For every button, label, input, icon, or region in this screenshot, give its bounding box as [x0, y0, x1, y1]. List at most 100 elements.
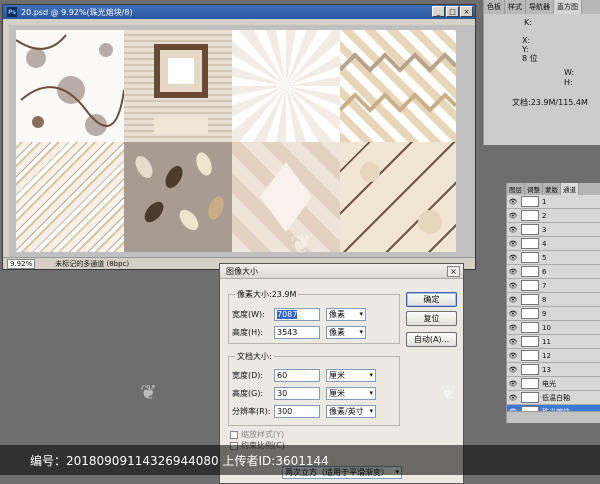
tab-navigator[interactable]: 导航器: [526, 0, 554, 14]
layer-name: 7: [542, 281, 547, 290]
tab-adjustments[interactable]: 调整: [525, 183, 543, 195]
width-input[interactable]: 7087: [274, 308, 320, 321]
visibility-eye-icon[interactable]: 👁: [507, 212, 519, 220]
doc-width-unit-select[interactable]: 厘米: [326, 369, 376, 382]
visibility-eye-icon[interactable]: 👁: [507, 282, 519, 290]
layer-thumbnail: [521, 392, 539, 403]
watermark-logo-icon: ❦: [440, 380, 457, 404]
visibility-eye-icon[interactable]: 👁: [507, 226, 519, 234]
ok-button[interactable]: 确定: [406, 292, 457, 307]
tab-masks[interactable]: 蒙版: [543, 183, 561, 195]
visibility-eye-icon[interactable]: 👁: [507, 268, 519, 276]
width-label: 宽度(W):: [232, 310, 265, 319]
layer-row[interactable]: 👁 12: [507, 349, 600, 363]
layer-row[interactable]: 👁 7: [507, 279, 600, 293]
layer-name: 8: [542, 295, 547, 304]
height-unit-select[interactable]: 像素: [326, 326, 366, 339]
layer-row[interactable]: 👁 电光: [507, 377, 600, 391]
watermark-logo-icon: ❦: [290, 230, 312, 260]
width-unit-select[interactable]: 像素: [326, 308, 366, 321]
scale-styles-checkbox[interactable]: 缩放样式(Y): [230, 429, 284, 440]
pattern-tile-floral-diamond: [232, 142, 340, 252]
layer-row[interactable]: 👁 低温白釉: [507, 391, 600, 405]
visibility-eye-icon[interactable]: 👁: [507, 380, 519, 388]
layer-thumbnail: [521, 378, 539, 389]
doc-height-label: 高度(G):: [232, 389, 264, 398]
layer-name: 2: [542, 211, 547, 220]
layer-row[interactable]: 👁 4: [507, 237, 600, 251]
doc-width-input[interactable]: 60: [274, 369, 320, 382]
layer-row[interactable]: 👁 6: [507, 265, 600, 279]
reset-button[interactable]: 复位: [406, 311, 457, 326]
visibility-eye-icon[interactable]: 👁: [507, 254, 519, 262]
visibility-eye-icon[interactable]: 👁: [507, 310, 519, 318]
layer-thumbnail: [521, 364, 539, 375]
doc-width-label: 宽度(D):: [232, 371, 264, 380]
layer-thumbnail: [521, 294, 539, 305]
layer-row[interactable]: 👁 3: [507, 223, 600, 237]
layer-row[interactable]: 👁 1: [507, 195, 600, 209]
layer-name: 电光: [542, 379, 556, 388]
minimize-button[interactable]: _: [432, 6, 445, 17]
watermark-logo-icon: ❦: [140, 380, 157, 404]
canvas-image[interactable]: [16, 30, 456, 252]
visibility-eye-icon[interactable]: 👁: [507, 324, 519, 332]
height-label: 高度(H):: [232, 328, 263, 337]
auto-button[interactable]: 自动(A)...: [406, 332, 457, 347]
layer-row[interactable]: 👁 9: [507, 307, 600, 321]
layer-row[interactable]: 👁 8: [507, 293, 600, 307]
tab-styles[interactable]: 样式: [505, 0, 526, 14]
visibility-eye-icon[interactable]: 👁: [507, 240, 519, 248]
layer-name: 10: [542, 323, 551, 332]
layer-row[interactable]: 👁 5: [507, 251, 600, 265]
layer-name: 1: [542, 197, 547, 206]
layer-row[interactable]: 👁 2: [507, 209, 600, 223]
layer-name: 9: [542, 309, 547, 318]
layers-panel: 图层 调整 蒙版 通道 👁 1 👁 2 👁 3 👁 4 👁 5 👁 6 👁 7 👁 8 👁 9 👁 10 👁 11 👁 12 👁…: [506, 183, 600, 423]
visibility-eye-icon[interactable]: 👁: [507, 296, 519, 304]
layer-name: 5: [542, 253, 547, 262]
layer-row[interactable]: 👁 10: [507, 321, 600, 335]
tab-channels[interactable]: 通道: [561, 183, 579, 195]
pattern-tile-leaves: [124, 142, 232, 252]
h-label: H:: [564, 78, 573, 87]
visibility-eye-icon[interactable]: 👁: [507, 338, 519, 346]
layer-thumbnail: [521, 210, 539, 221]
pattern-tile-diagonal-stripes: [16, 142, 124, 252]
zoom-level[interactable]: 9.92%: [7, 258, 36, 269]
document-title-bar[interactable]: Ps 20.psd @ 9.92%(珠光熔块/8) _ □ ×: [3, 5, 475, 19]
layer-thumbnail: [521, 238, 539, 249]
layer-thumbnail: [521, 224, 539, 235]
maximize-button[interactable]: □: [446, 6, 459, 17]
dialog-close-button[interactable]: ×: [447, 266, 460, 277]
pixel-dimensions-label: 像素大小:23.9M: [235, 289, 299, 300]
layer-row[interactable]: 👁 11: [507, 335, 600, 349]
resolution-input[interactable]: 300: [274, 405, 320, 418]
resolution-label: 分辨率(R):: [232, 407, 271, 416]
resolution-unit-select[interactable]: 像素/英寸: [326, 405, 376, 418]
close-button[interactable]: ×: [460, 6, 473, 17]
visibility-eye-icon[interactable]: 👁: [507, 198, 519, 206]
tab-histogram[interactable]: 直方图: [554, 0, 582, 14]
pattern-tile-checker-swirl: [232, 30, 340, 142]
tab-swatches[interactable]: 色板: [484, 0, 505, 14]
scale-styles-box: [230, 430, 238, 439]
doc-height-unit-select[interactable]: 厘米: [326, 387, 376, 400]
layer-thumbnail: [521, 350, 539, 361]
layer-row[interactable]: 👁 13: [507, 363, 600, 377]
k-label: K:: [524, 18, 532, 27]
dialog-title[interactable]: 图像大小: [220, 264, 463, 279]
document-title: 20.psd @ 9.92%(珠光熔块/8): [21, 7, 133, 17]
status-text: 未标记的多通道 (8bpc): [55, 259, 130, 268]
watermark-text: 编号：20180909114326944080 上传者ID:3601144: [30, 453, 329, 468]
pattern-tile-rope-stripes: [340, 142, 456, 252]
height-input[interactable]: 3543: [274, 326, 320, 339]
layer-thumbnail: [521, 308, 539, 319]
y-label: Y:: [522, 45, 529, 54]
doc-height-input[interactable]: 30: [274, 387, 320, 400]
tab-layers[interactable]: 图层: [507, 183, 525, 195]
visibility-eye-icon[interactable]: 👁: [507, 394, 519, 402]
visibility-eye-icon[interactable]: 👁: [507, 366, 519, 374]
visibility-eye-icon[interactable]: 👁: [507, 352, 519, 360]
pattern-tile-dots: [16, 30, 124, 142]
